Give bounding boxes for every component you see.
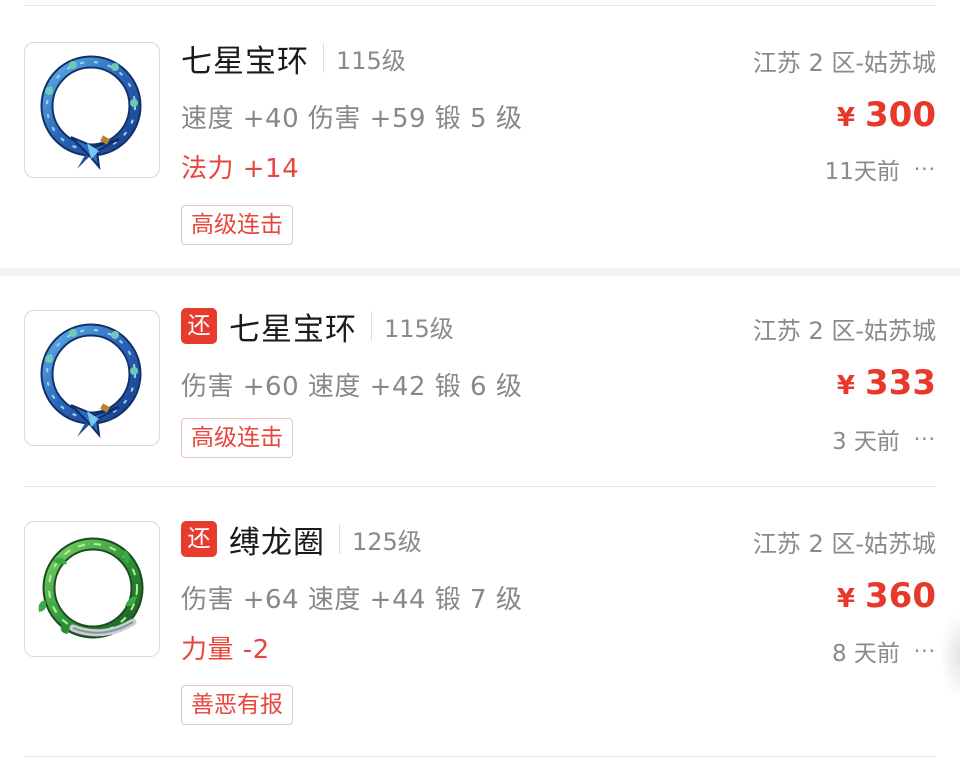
item-level: 125级 [352, 527, 422, 556]
item-tag: 高级连击 [181, 418, 293, 458]
return-badge: 还 [181, 521, 217, 557]
item-price: ¥333 [837, 363, 936, 403]
item-title-row: 七星宝环 115级 [181, 38, 406, 80]
item-level: 115级 [384, 314, 454, 343]
listing-card[interactable]: 七星宝环 115级 速度 +40 伤害 +59 锻 5 级 法力 +14 高级连… [0, 0, 960, 268]
posted-time: 8 天前 [831, 641, 900, 667]
item-age-row: 8 天前 ··· [832, 634, 936, 668]
edge-shadow [940, 610, 960, 700]
price-amount: 333 [865, 363, 936, 403]
item-stats: 伤害 +60 速度 +42 锻 6 级 [181, 372, 523, 402]
item-stats: 伤害 +64 速度 +44 锻 7 级 [181, 585, 523, 615]
item-thumbnail[interactable] [24, 310, 160, 446]
more-options-icon[interactable]: ··· [914, 427, 936, 451]
listing-page: 七星宝环 115级 速度 +40 伤害 +59 锻 5 级 法力 +14 高级连… [0, 0, 960, 768]
item-tag: 善恶有报 [181, 685, 293, 725]
item-name: 缚龙圈 [229, 524, 325, 561]
item-price: ¥300 [837, 95, 936, 135]
title-separator [339, 524, 340, 554]
posted-time: 3 天前 [831, 429, 900, 455]
item-level: 115级 [336, 46, 406, 75]
item-extra-stat: 力量 -2 [181, 635, 270, 665]
listing-card[interactable]: 还 缚龙圈 125级 伤害 +64 速度 +44 锻 7 级 力量 -2 善恶有… [0, 487, 960, 757]
currency-symbol: ¥ [836, 103, 856, 133]
item-price: ¥360 [837, 576, 936, 616]
currency-symbol: ¥ [836, 371, 856, 401]
price-amount: 360 [865, 576, 936, 616]
more-options-icon[interactable]: ··· [914, 639, 936, 663]
price-amount: 300 [865, 95, 936, 135]
bottom-divider [24, 756, 936, 757]
item-name: 七星宝环 [229, 311, 357, 348]
currency-symbol: ¥ [836, 584, 856, 614]
item-age-row: 3 天前 ··· [832, 422, 936, 456]
item-thumbnail[interactable] [24, 42, 160, 178]
posted-time: 11天前 [824, 159, 900, 185]
blue-ring-icon [40, 323, 142, 439]
listing-card[interactable]: 还 七星宝环 115级 伤害 +60 速度 +42 锻 6 级 高级连击 江苏 … [0, 276, 960, 486]
item-thumbnail[interactable] [24, 521, 160, 657]
item-title-row: 还 缚龙圈 125级 [181, 519, 422, 561]
item-tag: 高级连击 [181, 205, 293, 245]
blue-ring-icon [40, 55, 142, 171]
title-separator [323, 43, 324, 73]
item-region: 江苏 2 区-姑苏城 [752, 49, 936, 77]
item-extra-stat: 法力 +14 [181, 154, 300, 184]
return-badge: 还 [181, 308, 217, 344]
item-age-row: 11天前 ··· [825, 152, 936, 186]
section-gap [0, 268, 960, 276]
item-name: 七星宝环 [181, 43, 309, 80]
more-options-icon[interactable]: ··· [914, 157, 936, 181]
green-ring-icon [38, 537, 144, 639]
item-stats: 速度 +40 伤害 +59 锻 5 级 [181, 104, 523, 134]
title-separator [371, 311, 372, 341]
item-title-row: 还 七星宝环 115级 [181, 306, 454, 348]
item-region: 江苏 2 区-姑苏城 [752, 530, 936, 558]
item-region: 江苏 2 区-姑苏城 [752, 317, 936, 345]
